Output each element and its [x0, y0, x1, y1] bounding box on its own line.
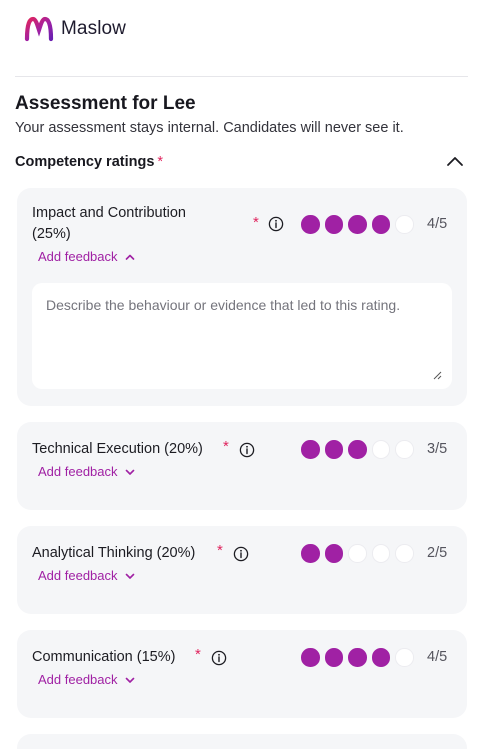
competency-label: Technical Execution (20%) — [32, 441, 203, 457]
info-icon[interactable] — [233, 546, 249, 562]
section-title-text: Competency ratings — [15, 154, 155, 170]
rating-dot-2[interactable] — [324, 648, 343, 667]
rating-dot-4[interactable] — [371, 215, 390, 234]
chevron-down-icon — [125, 677, 134, 683]
competency-label: Impact and Contribution (25%) — [32, 205, 186, 242]
add-feedback-label: Add feedback — [38, 249, 118, 264]
rating-dots — [301, 215, 414, 234]
rating-dot-3[interactable] — [348, 440, 367, 459]
competency-card: Technical Execution (20%) * 3/5 Add feed… — [17, 422, 467, 510]
page-subtitle: Your assessment stays internal. Candidat… — [15, 120, 404, 136]
add-feedback-label: Add feedback — [38, 464, 118, 479]
page-title: Assessment for Lee — [15, 93, 196, 114]
required-mark: * — [195, 646, 201, 663]
required-mark: * — [223, 438, 229, 455]
info-icon[interactable] — [211, 650, 227, 666]
rating-dot-5[interactable] — [395, 648, 414, 667]
header-divider — [15, 76, 468, 77]
rating-dot-2[interactable] — [324, 440, 343, 459]
rating-score: 2/5 — [427, 545, 448, 561]
rating-dots — [301, 544, 414, 563]
feedback-textarea[interactable] — [32, 283, 452, 389]
required-mark: * — [217, 542, 223, 559]
rating-dots — [301, 440, 414, 459]
rating-dot-3[interactable] — [348, 215, 367, 234]
add-feedback-toggle[interactable]: Add feedback — [38, 568, 136, 583]
add-feedback-label: Add feedback — [38, 672, 118, 687]
info-icon[interactable] — [239, 442, 255, 458]
rating-dot-4[interactable] — [371, 648, 390, 667]
chevron-up-icon[interactable] — [444, 152, 466, 172]
required-mark: * — [253, 214, 259, 231]
chevron-down-icon — [125, 573, 134, 579]
competency-card — [17, 734, 467, 749]
rating-dot-2[interactable] — [324, 544, 343, 563]
competency-label: Analytical Thinking (20%) — [32, 545, 196, 561]
add-feedback-toggle[interactable]: Add feedback — [38, 672, 136, 687]
competency-card: Communication (15%) * 4/5 Add feedback — [17, 630, 467, 718]
brand-name: Maslow — [61, 18, 127, 39]
rating-dot-1[interactable] — [301, 215, 320, 234]
maslow-logo-icon — [24, 16, 54, 42]
resize-handle-icon[interactable] — [432, 370, 442, 380]
rating-dot-1[interactable] — [301, 544, 320, 563]
rating-dot-3[interactable] — [348, 544, 367, 563]
rating-dot-3[interactable] — [348, 648, 367, 667]
app-header: Maslow — [0, 0, 481, 62]
rating-dot-4[interactable] — [371, 440, 390, 459]
info-icon[interactable] — [268, 216, 284, 232]
competency-label: Communication (15%) — [32, 649, 176, 665]
rating-dot-5[interactable] — [395, 440, 414, 459]
competency-card: Analytical Thinking (20%) * 2/5 Add feed… — [17, 526, 467, 614]
rating-dot-2[interactable] — [324, 215, 343, 234]
rating-dot-5[interactable] — [395, 215, 414, 234]
add-feedback-toggle[interactable]: Add feedback — [38, 249, 136, 264]
rating-dots — [301, 648, 414, 667]
chevron-down-icon — [125, 469, 134, 475]
rating-dot-4[interactable] — [371, 544, 390, 563]
rating-score: 3/5 — [427, 441, 448, 457]
rating-score: 4/5 — [427, 216, 448, 232]
add-feedback-toggle[interactable]: Add feedback — [38, 464, 136, 479]
rating-dot-1[interactable] — [301, 440, 320, 459]
section-title: Competency ratings * — [15, 154, 163, 170]
rating-dot-1[interactable] — [301, 648, 320, 667]
feedback-textarea-wrapper — [32, 283, 452, 389]
chevron-up-icon — [125, 254, 134, 260]
add-feedback-label: Add feedback — [38, 568, 118, 583]
rating-dot-5[interactable] — [395, 544, 414, 563]
rating-score: 4/5 — [427, 649, 448, 665]
required-mark: * — [157, 154, 164, 170]
competency-card: Impact and Contribution (25%) * 4/5 Add … — [17, 188, 467, 406]
